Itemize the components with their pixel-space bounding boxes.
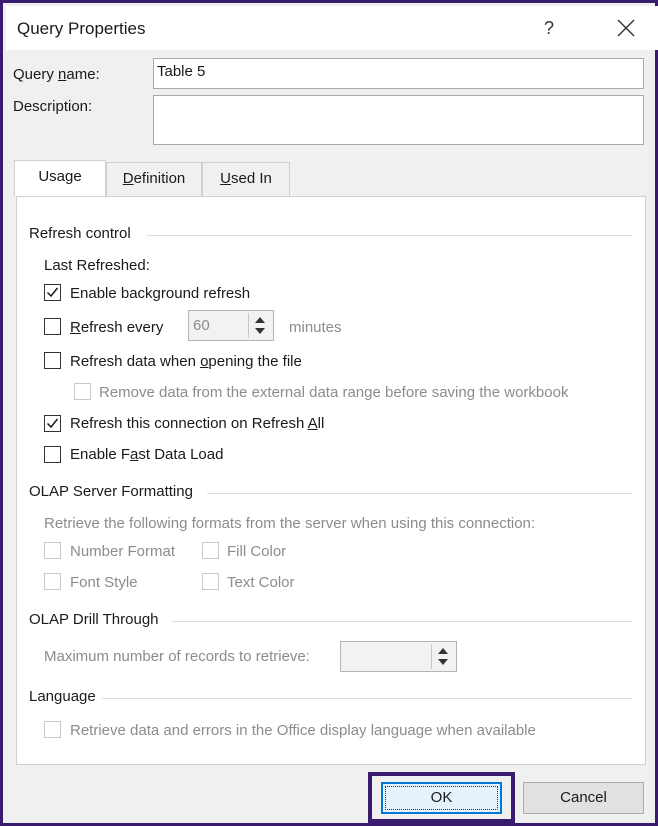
dialog-window: Query Properties ? Query name: Table 5 D… (0, 0, 658, 826)
spin-arrows (431, 644, 454, 669)
spin-up-icon[interactable] (255, 317, 265, 323)
cancel-button[interactable]: Cancel (523, 782, 644, 814)
checkmark-icon (46, 418, 59, 429)
minutes-label: minutes (289, 319, 342, 336)
section-divider (147, 235, 632, 236)
spin-arrows (248, 313, 271, 338)
query-name-value: Table 5 (157, 63, 206, 80)
checkmark-icon (46, 287, 59, 298)
refresh-all-checkbox[interactable] (44, 415, 61, 432)
language-title: Language (29, 688, 96, 705)
refresh-every-checkbox[interactable] (44, 318, 61, 335)
usage-panel: Refresh control Last Refreshed: Enable b… (16, 196, 646, 765)
tab-used-in[interactable]: Used In (202, 162, 290, 196)
remove-data-label: Remove data from the external data range… (99, 384, 569, 401)
refresh-control-title: Refresh control (29, 225, 131, 242)
tab-definition[interactable]: Definition (106, 162, 202, 196)
description-input[interactable] (153, 95, 644, 145)
close-icon[interactable] (614, 16, 638, 40)
text-color-checkbox[interactable] (202, 573, 219, 590)
office-language-label: Retrieve data and errors in the Office d… (70, 722, 536, 739)
number-format-checkbox[interactable] (44, 542, 61, 559)
refresh-on-open-checkbox[interactable] (44, 352, 61, 369)
window-title: Query Properties (17, 19, 146, 38)
refresh-every-label: Refresh every (70, 319, 164, 336)
refresh-on-open-label: Refresh data when opening the file (70, 353, 302, 370)
section-divider (207, 493, 632, 494)
font-style-checkbox[interactable] (44, 573, 61, 590)
olap-formatting-description: Retrieve the following formats from the … (44, 515, 536, 532)
refresh-interval-stepper[interactable]: 60 (188, 310, 274, 341)
cancel-button-label: Cancel (560, 789, 607, 806)
title-bar: Query Properties ? (6, 6, 658, 50)
refresh-interval-value: 60 (193, 317, 210, 334)
fill-color-label: Fill Color (227, 543, 287, 560)
max-records-label: Maximum number of records to retrieve: (44, 648, 310, 665)
query-name-label: Query name: (13, 66, 100, 83)
ok-button-label: OK (430, 789, 453, 806)
number-format-label: Number Format (70, 543, 176, 560)
tab-used-in-label: Used In (220, 170, 272, 187)
fast-data-load-checkbox[interactable] (44, 446, 61, 463)
text-color-label: Text Color (227, 574, 295, 591)
spin-down-icon[interactable] (438, 659, 448, 665)
help-icon[interactable]: ? (544, 18, 554, 39)
office-language-checkbox[interactable] (44, 721, 61, 738)
fast-data-load-label: Enable Fast Data Load (70, 446, 224, 463)
section-divider (102, 698, 632, 699)
last-refreshed-label: Last Refreshed: (44, 257, 150, 274)
enable-background-refresh-label: Enable background refresh (70, 285, 251, 302)
olap-drill-title: OLAP Drill Through (29, 611, 159, 628)
spin-down-icon[interactable] (255, 328, 265, 334)
enable-background-refresh-checkbox[interactable] (44, 284, 61, 301)
description-label: Description: (13, 98, 93, 115)
query-name-input[interactable]: Table 5 (153, 58, 644, 89)
font-style-label: Font Style (70, 574, 138, 591)
section-divider (172, 621, 632, 622)
refresh-all-label: Refresh this connection on Refresh All (70, 415, 325, 432)
remove-data-checkbox[interactable] (74, 383, 91, 400)
fill-color-checkbox[interactable] (202, 542, 219, 559)
max-records-stepper[interactable] (340, 641, 457, 672)
olap-formatting-title: OLAP Server Formatting (29, 483, 193, 500)
ok-button[interactable]: OK (381, 782, 502, 814)
tab-usage[interactable]: Usage (14, 160, 106, 196)
tab-usage-label: Usage (38, 168, 82, 185)
spin-up-icon[interactable] (438, 648, 448, 654)
tab-definition-label: Definition (122, 170, 186, 187)
